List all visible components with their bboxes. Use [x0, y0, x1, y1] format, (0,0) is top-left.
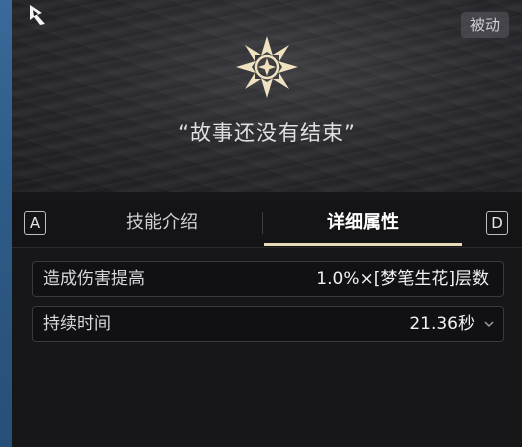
- detail-value: 21.36秒: [409, 314, 475, 334]
- detail-row-damage: 造成伤害提高 1.0%×[梦笔生花]层数: [32, 261, 504, 297]
- skill-panel: 被动 “故事还没有结束” A 技能介绍 详细属性 D 造成伤害提高 1.0%×[…: [12, 0, 522, 447]
- tab-skill-intro[interactable]: 技能介绍: [72, 200, 252, 246]
- passive-tag: 被动: [461, 12, 509, 38]
- tab-divider: [262, 212, 263, 234]
- detail-label: 持续时间: [43, 314, 111, 334]
- key-hint-a[interactable]: A: [24, 211, 46, 235]
- detail-row-duration[interactable]: 持续时间 21.36秒: [32, 306, 504, 342]
- side-edge-bar: [0, 0, 12, 447]
- active-tab-underline: [264, 243, 462, 246]
- skill-emblem-icon: [236, 36, 298, 98]
- tab-bar: A 技能介绍 详细属性 D: [12, 200, 522, 248]
- chevron-down-icon[interactable]: [483, 318, 495, 330]
- tab-detail-attributes[interactable]: 详细属性: [264, 200, 462, 246]
- key-hint-d[interactable]: D: [486, 211, 508, 235]
- detail-value: 1.0%×[梦笔生花]层数: [316, 269, 489, 289]
- game-logo-icon: [30, 5, 45, 25]
- skill-quote: “故事还没有结束”: [178, 121, 356, 145]
- detail-label: 造成伤害提高: [43, 269, 145, 289]
